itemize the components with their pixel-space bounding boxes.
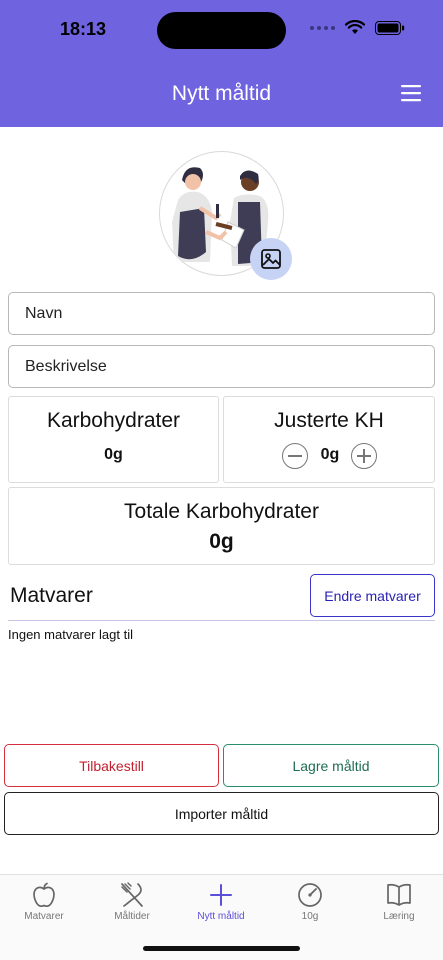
tab-meals[interactable]: Måltider [88,881,176,922]
increase-carbs-button[interactable] [351,443,377,469]
tab-label: Måltider [114,911,150,922]
total-carbs-value: 0g [209,530,234,553]
tab-label: Læring [383,911,415,922]
battery-icon [375,20,405,35]
description-input[interactable] [8,345,435,388]
adjusted-carbs-value: 0g [320,446,340,463]
status-icons [310,20,405,35]
dynamic-island [157,12,286,49]
edit-foods-button[interactable]: Endre matvarer [310,574,435,617]
total-carbs-title: Totale Karbohydrater [124,500,319,523]
gauge-icon [298,883,322,907]
wifi-icon [345,20,365,34]
book-icon [387,883,411,906]
adjusted-carbs-card: Justerte KH 0g [223,396,435,483]
page-title: Nytt måltid [171,82,272,105]
plus-icon [210,884,232,906]
hamburger-menu-icon[interactable] [401,84,421,102]
tab-foods[interactable]: Matvarer [0,881,88,922]
decrease-carbs-button[interactable] [282,443,308,469]
home-indicator [143,946,300,951]
tab-label: Matvarer [24,911,64,922]
carbs-title: Karbohydrater [46,409,181,432]
reset-button[interactable]: Tilbakestill [4,744,219,787]
carbs-value: 0g [104,446,123,463]
name-input[interactable] [8,292,435,335]
adjusted-carbs-title: Justerte KH [274,409,384,432]
cellular-signal-icon [310,25,335,30]
utensils-icon [121,882,143,907]
tab-new-meal[interactable]: Nytt måltid [177,881,265,922]
foods-heading: Matvarer [10,584,93,607]
tab-label: Nytt måltid [197,911,245,922]
app-header: 18:13 Nytt måltid [0,0,443,127]
foods-empty-message: Ingen matvarer lagt til [8,627,134,642]
image-picker-button[interactable] [250,238,292,280]
apple-icon [33,882,55,908]
tab-grams[interactable]: 10g [266,881,354,922]
save-meal-button[interactable]: Lagre måltid [223,744,439,787]
carbs-card: Karbohydrater 0g [8,396,219,483]
status-time: 18:13 [60,19,107,39]
tab-learning[interactable]: Læring [355,881,443,922]
tab-label: 10g [301,911,319,922]
total-carbs-card: Totale Karbohydrater 0g [8,487,435,565]
foods-divider [8,620,435,621]
import-meal-button[interactable]: Importer måltid [4,792,439,835]
image-icon [261,249,281,269]
